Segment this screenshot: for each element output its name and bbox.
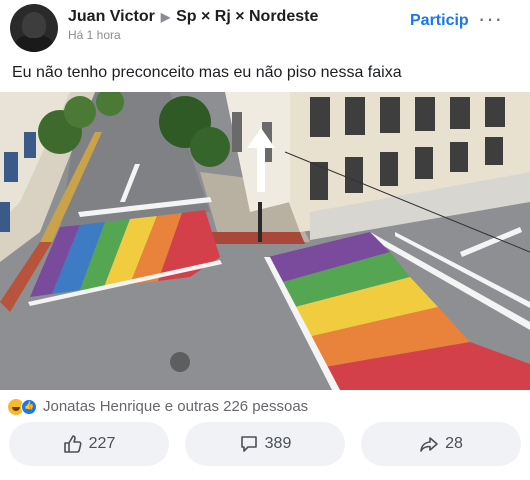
- author-line: Juan Victor ▶ Sp × Rj × Nordeste: [68, 8, 318, 26]
- reactions-summary: Jonatas Henrique e outras 226 pessoas: [43, 398, 309, 415]
- post-header: Juan Victor ▶ Sp × Rj × Nordeste Há 1 ho…: [0, 0, 530, 58]
- like-count: 227: [88, 435, 116, 452]
- comment-icon: [240, 436, 257, 452]
- like-button[interactable]: 227: [9, 422, 169, 466]
- reactions-bar[interactable]: Jonatas Henrique e outras 226 pessoas: [8, 398, 308, 415]
- more-options-icon[interactable]: ···: [478, 6, 503, 32]
- thumbs-up-icon: [63, 435, 82, 453]
- play-arrow-icon: ▶: [160, 10, 171, 24]
- author-name[interactable]: Juan Victor: [68, 8, 155, 26]
- share-button[interactable]: 28: [361, 422, 521, 466]
- share-count: 28: [445, 435, 463, 452]
- avatar[interactable]: [10, 4, 58, 52]
- join-button[interactable]: Particip: [410, 12, 469, 30]
- post-actions: 227 389 28: [0, 420, 530, 470]
- comment-count: 389: [264, 435, 292, 452]
- comment-button[interactable]: 389: [185, 422, 345, 466]
- share-arrow-icon: [420, 437, 438, 452]
- like-icon: [21, 398, 37, 415]
- post-text: Eu não tenho preconceito mas eu não piso…: [12, 64, 402, 81]
- group-name[interactable]: Sp × Rj × Nordeste: [176, 8, 318, 26]
- avatar-face: [22, 12, 46, 38]
- post-photo[interactable]: [0, 92, 530, 390]
- street-photo-illustration: [0, 92, 530, 390]
- post-time[interactable]: Há 1 hora: [68, 28, 121, 42]
